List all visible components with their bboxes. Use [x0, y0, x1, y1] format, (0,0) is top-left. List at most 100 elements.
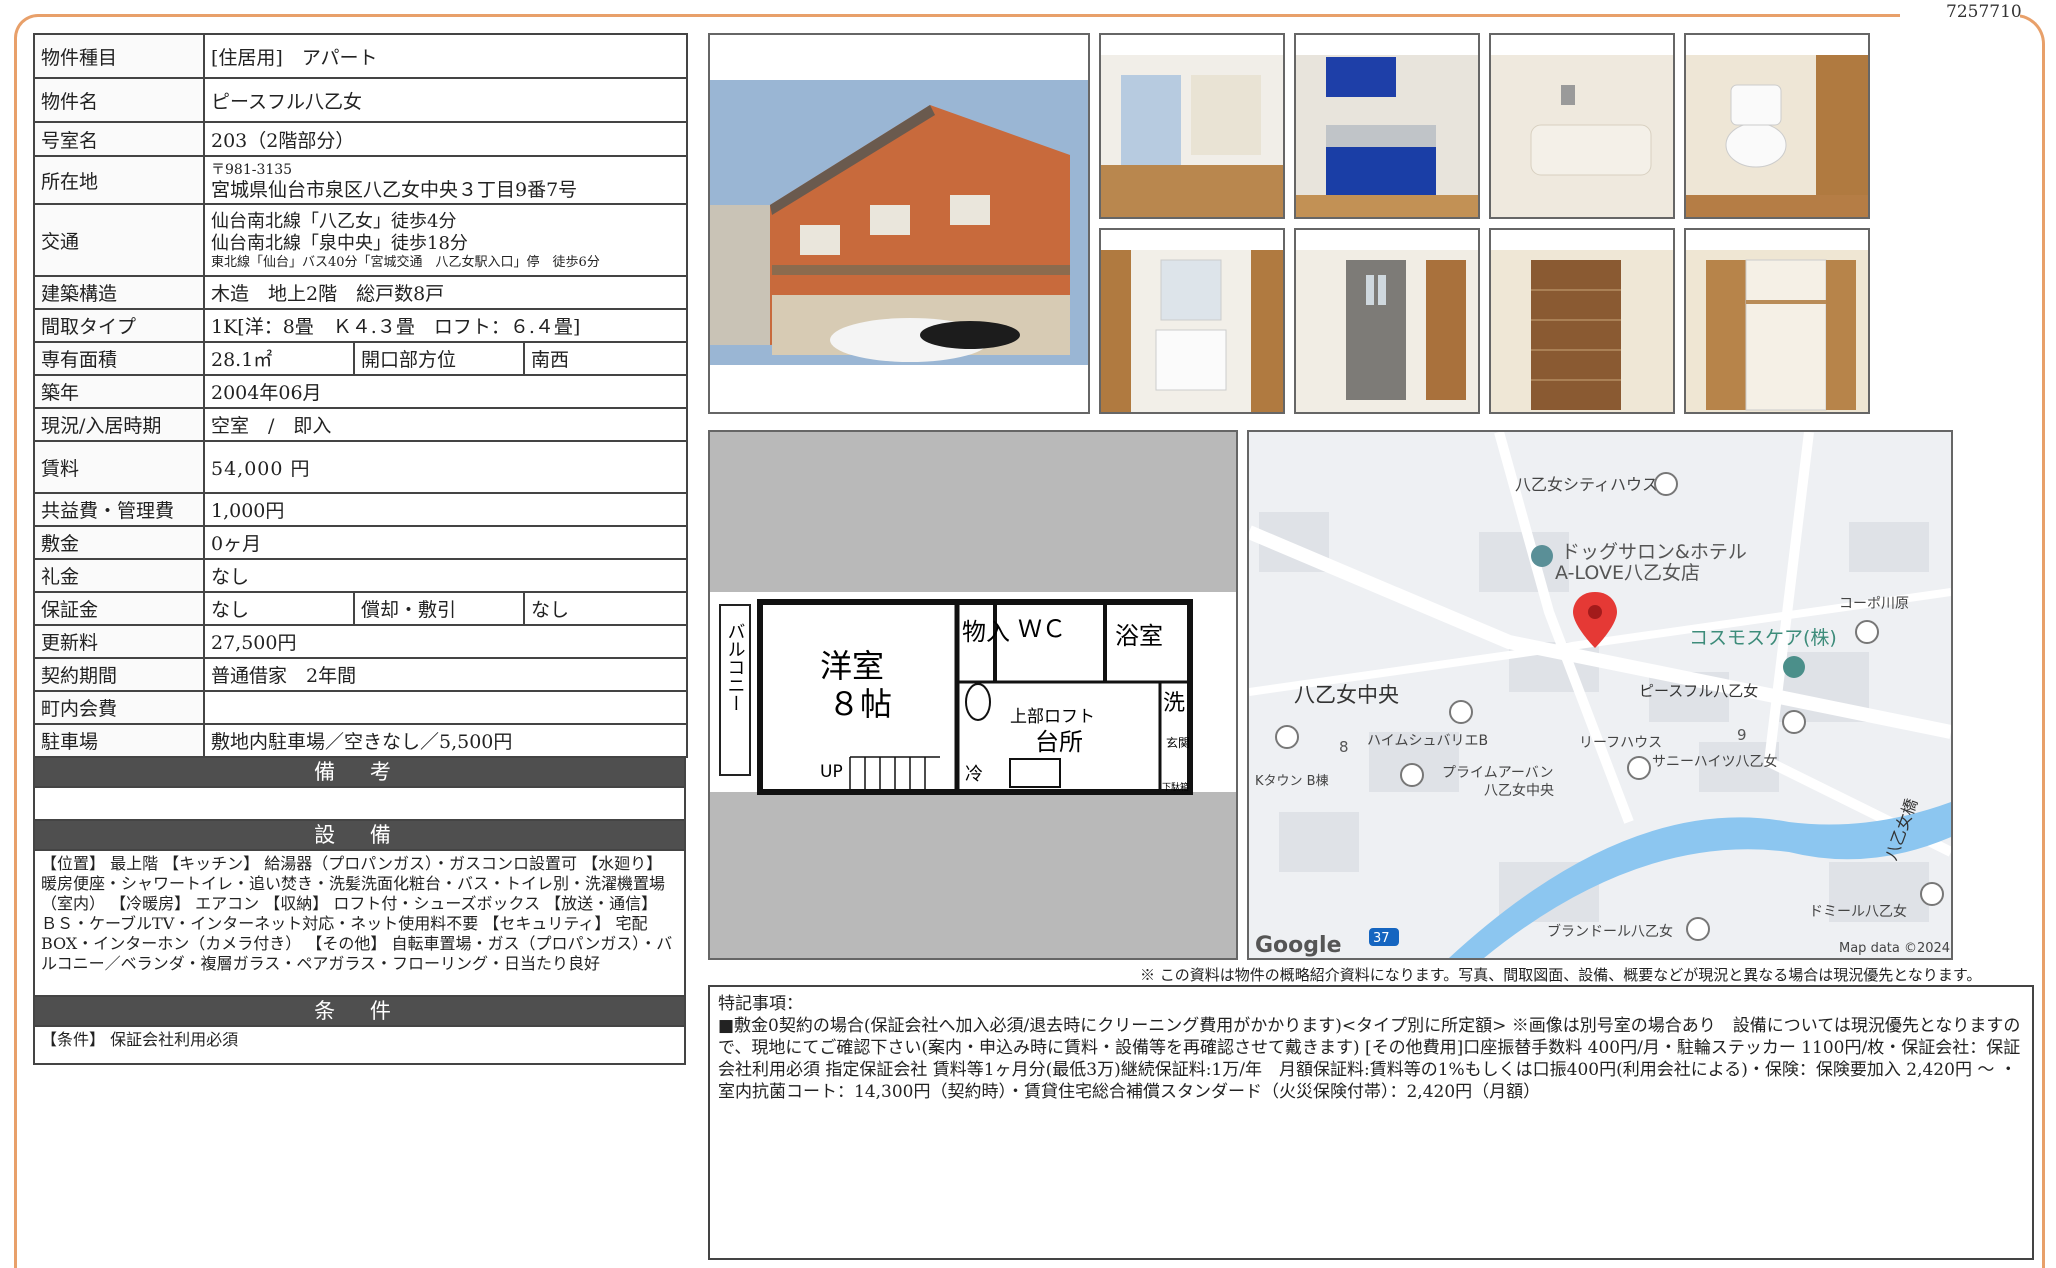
entrance-label: 玄関	[1166, 735, 1190, 750]
map-pin-icon[interactable]	[1782, 710, 1806, 734]
entrance-photo	[1294, 228, 1480, 414]
map-place-label: プライムアーバン	[1442, 765, 1553, 781]
map-place-label: コスモスケア(株)	[1689, 627, 1837, 649]
balcony-label: バルコニー	[725, 622, 746, 712]
address-label: 所在地	[33, 155, 205, 205]
access-line: 仙台南北線「泉中央」徒歩18分	[211, 232, 468, 254]
structure-label: 建築構造	[33, 275, 205, 310]
map-pin-icon[interactable]	[1449, 700, 1473, 724]
map-place-label: ブランドール八乙女	[1547, 923, 1673, 940]
property-spec-sheet: 物件種目 [住居用] アパート 物件名 ピースフル八乙女 号室名 203（2階部分） …	[33, 33, 689, 1065]
area-value: 28.1㎡	[203, 341, 355, 376]
map-pin-icon[interactable]	[1400, 763, 1424, 787]
special-remarks-box: 特記事項： ■敷金0契約の場合(保証会社へ加入必須/退去時にクリーニング費用がか…	[708, 985, 2034, 1260]
rent-label: 賃料	[33, 440, 205, 494]
name-value: ピースフル八乙女	[202, 77, 689, 123]
map-place-label: 八乙女中央	[1484, 782, 1554, 799]
status-value: 空室 / 即入	[202, 407, 689, 442]
key-money-value: なし	[202, 558, 689, 593]
equipment-header: 設 備	[33, 821, 686, 851]
community-value	[202, 690, 689, 725]
toilet-photo	[1684, 33, 1870, 219]
map-block-number: 9	[1737, 726, 1747, 744]
access-line: 仙台南北線「八乙女」徒歩4分	[211, 210, 457, 232]
remarks-header: 備 考	[33, 758, 686, 788]
fee-value: 1,000円	[202, 492, 689, 527]
map-place-label: サニーハイツ八乙女	[1652, 753, 1777, 770]
area-label: 専有面積	[33, 341, 205, 376]
map-pin-icon[interactable]	[1783, 656, 1805, 678]
renewal-label: 更新料	[33, 624, 205, 659]
floor-plan: バルコニー 洋室 ８帖 物入 ＷＣ 浴室 洗 上部ロフト 台所 玄関 冷 UP …	[708, 430, 1238, 960]
built-label: 築年	[33, 374, 205, 409]
shoe-box-label: 下駄箱	[1162, 781, 1189, 793]
wc-label: ＷＣ	[1018, 615, 1066, 643]
special-remarks-heading: 特記事項：	[718, 994, 803, 1014]
storage-label: 物入	[962, 618, 1010, 646]
map-pin-icon[interactable]	[1654, 472, 1678, 496]
document-number: 7257710	[1946, 2, 2022, 22]
map-place-label: ハイムシュバリエB	[1367, 733, 1488, 749]
built-value: 2004年06月	[202, 374, 689, 409]
stairs-up-label: UP	[820, 762, 843, 782]
washroom-photo	[1099, 228, 1285, 414]
renewal-value: 27,500円	[202, 624, 689, 659]
map-place-label: 八乙女中央	[1294, 683, 1399, 707]
parking-label: 駐車場	[33, 723, 205, 758]
amort-value: なし	[522, 591, 689, 626]
name-label: 物件名	[33, 77, 205, 123]
map-pin-icon[interactable]	[1855, 620, 1879, 644]
wash-label: 洗	[1163, 691, 1185, 716]
closet-photo	[1684, 228, 1870, 414]
access-line: 東北線「仙台」バス40分「宮城交通 八乙女駅入口」停 徒歩6分	[211, 254, 600, 270]
address-value: 宮城県仙台市泉区八乙女中央３丁目9番7号	[211, 179, 578, 201]
type-label: 物件種目	[33, 33, 205, 79]
shoe-box-photo	[1489, 228, 1675, 414]
bathroom-photo	[1489, 33, 1675, 219]
map-place-label: コーポ川原	[1839, 596, 1909, 612]
conditions-header: 条 件	[33, 997, 686, 1027]
key-money-label: 礼金	[33, 558, 205, 593]
map-place-label: ドッグサロン&ホテル	[1561, 541, 1747, 563]
room-size: ８帖	[828, 685, 892, 723]
postal-code: 〒981-3135	[211, 162, 293, 178]
map-pin-icon[interactable]	[1686, 917, 1710, 941]
layout-label: 間取タイプ	[33, 308, 205, 343]
special-remarks-body: ■敷金0契約の場合(保証会社へ加入必須/退去時にクリーニング費用がかかります)<…	[718, 1016, 2021, 1102]
room-name: 洋室	[820, 647, 884, 685]
bath-label: 浴室	[1115, 622, 1163, 650]
location-map: 八乙女シティハウス ドッグサロン&ホテル A-LOVE八乙女店 コーポ川原 コス…	[1247, 430, 1953, 960]
access-label: 交通	[33, 203, 205, 277]
map-place-label: リーフハウス	[1579, 735, 1662, 751]
kitchen-label: 台所	[1035, 728, 1083, 756]
google-logo: Google	[1255, 933, 1342, 958]
map-pin-icon[interactable]	[1627, 756, 1651, 780]
room-value: 203（2階部分）	[202, 121, 689, 157]
map-place-label: ピースフル八乙女	[1639, 682, 1758, 700]
loft-label: 上部ロフト	[1010, 707, 1095, 727]
map-place-label: A-LOVE八乙女店	[1555, 562, 1700, 584]
community-label: 町内会費	[33, 690, 205, 725]
map-pin-icon[interactable]	[1531, 545, 1553, 567]
kitchen-photo	[1294, 33, 1480, 219]
interior-photo	[1099, 33, 1285, 219]
remarks-box	[33, 788, 686, 821]
map-pin-icon[interactable]	[1920, 882, 1944, 906]
route-number: 37	[1373, 931, 1390, 946]
map-place-label: ドミール八乙女	[1809, 903, 1907, 920]
structure-value: 木造 地上2階 総戸数8戸	[202, 275, 689, 310]
rent-value: 54,000 円	[202, 440, 689, 494]
opening-label: 開口部方位	[353, 341, 525, 376]
parking-value: 敷地内駐車場／空きなし／5,500円	[202, 723, 689, 758]
type-value: [住居用] アパート	[202, 33, 689, 79]
map-place-label: 八乙女シティハウス	[1515, 475, 1658, 494]
amort-label: 償却・敷引	[353, 591, 525, 626]
fridge-label: 冷	[965, 764, 983, 785]
map-place-label: Kタウン B棟	[1255, 774, 1329, 789]
contract-value: 普通借家 2年間	[202, 657, 689, 692]
room-label: 号室名	[33, 121, 205, 157]
map-pin-icon[interactable]	[1275, 725, 1299, 749]
conditions-text: 【条件】 保証会社利用必須	[33, 1027, 686, 1065]
deposit-value: 0ヶ月	[202, 525, 689, 560]
guarantee-value: なし	[203, 591, 355, 626]
